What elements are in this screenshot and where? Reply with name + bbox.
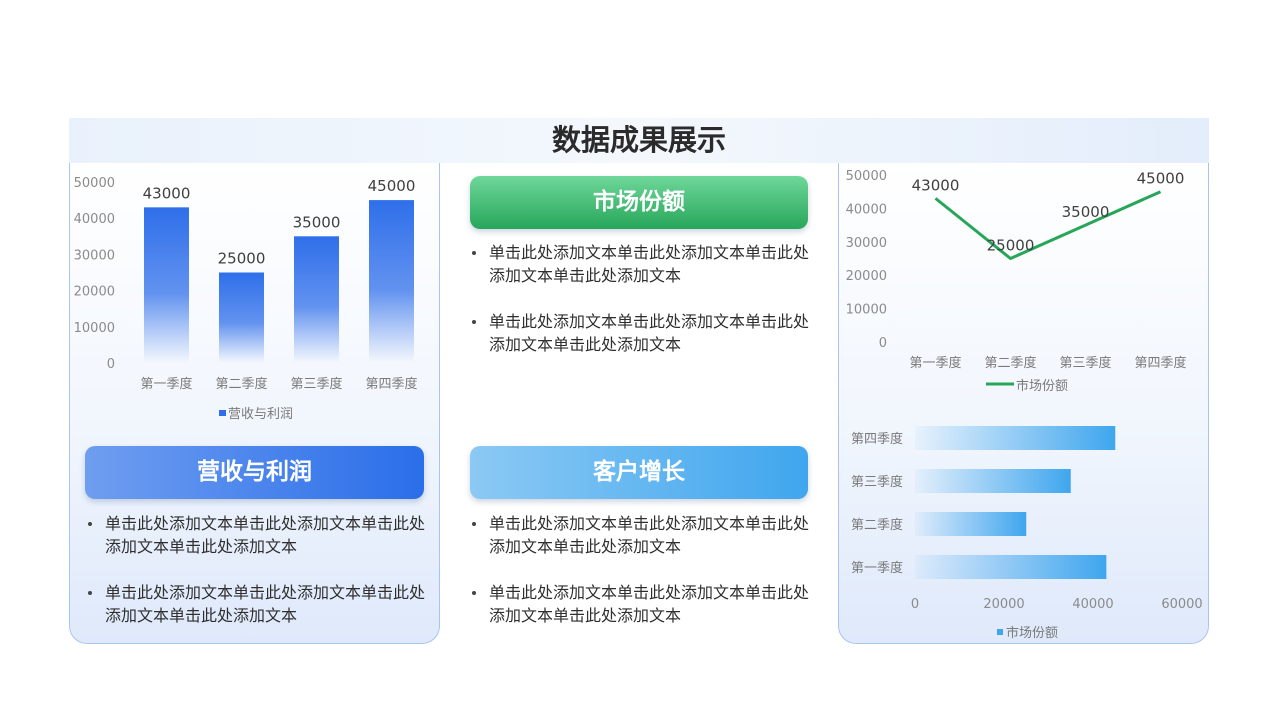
- list-item: 单击此处添加文本单击此处添加文本单击此处添加文本单击此处添加文本: [86, 581, 431, 627]
- revenue-card-header: 营收与利润: [85, 446, 424, 499]
- x-tick-label: 0: [911, 597, 919, 612]
- list-item: 单击此处添加文本单击此处添加文本单击此处添加文本单击此处添加文本: [470, 581, 815, 627]
- x-tick-label: 40000: [1072, 597, 1113, 612]
- legend-label: 市场份额: [1006, 625, 1058, 641]
- bar: [915, 555, 1107, 579]
- y-tick-label: 第二季度: [851, 517, 903, 533]
- customer-growth-card-header: 客户增长: [470, 446, 808, 499]
- y-tick-label: 第一季度: [851, 560, 903, 576]
- market-share-bullet-list: 单击此处添加文本单击此处添加文本单击此处添加文本单击此处添加文本 单击此处添加文…: [470, 241, 815, 379]
- list-item: 单击此处添加文本单击此处添加文本单击此处添加文本单击此处添加文本: [470, 241, 815, 287]
- x-tick-label: 60000: [1161, 597, 1202, 612]
- y-tick-label: 第四季度: [851, 431, 903, 447]
- bar: [915, 426, 1116, 450]
- customer-growth-bullet-list: 单击此处添加文本单击此处添加文本单击此处添加文本单击此处添加文本 单击此处添加文…: [470, 512, 815, 650]
- y-tick-label: 第三季度: [851, 474, 903, 490]
- bar: [915, 512, 1027, 536]
- revenue-bullet-list: 单击此处添加文本单击此处添加文本单击此处添加文本单击此处添加文本 单击此处添加文…: [86, 512, 431, 650]
- list-item: 单击此处添加文本单击此处添加文本单击此处添加文本单击此处添加文本: [470, 512, 815, 558]
- x-tick-label: 20000: [983, 597, 1024, 612]
- list-item: 单击此处添加文本单击此处添加文本单击此处添加文本单击此处添加文本: [470, 310, 815, 356]
- legend-swatch: [997, 629, 1003, 635]
- list-item: 单击此处添加文本单击此处添加文本单击此处添加文本单击此处添加文本: [86, 512, 431, 558]
- market-share-card-header: 市场份额: [470, 176, 808, 229]
- bar: [915, 469, 1071, 493]
